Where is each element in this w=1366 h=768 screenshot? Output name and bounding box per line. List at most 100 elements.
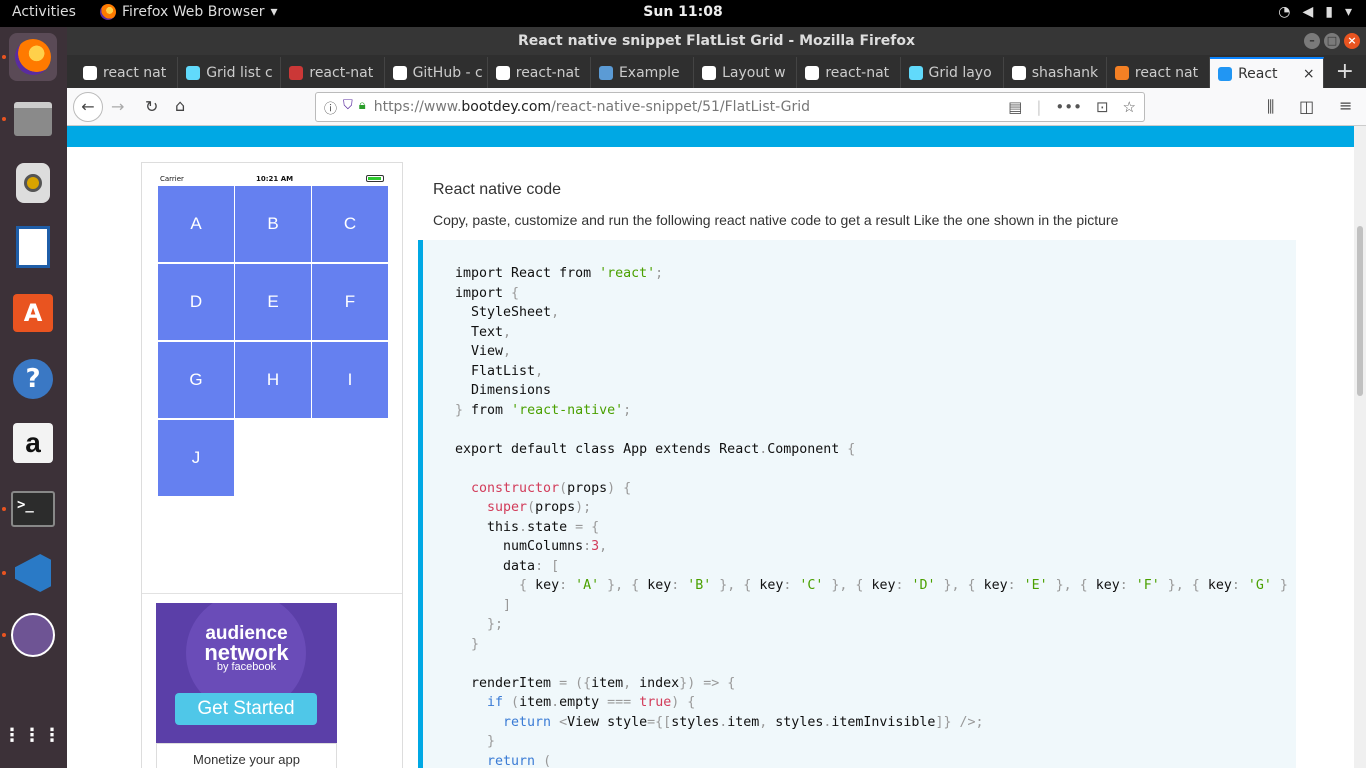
hamburger-menu-icon[interactable]: ≡ (1339, 96, 1352, 115)
chevron-down-icon: ▾ (1344, 4, 1352, 20)
writer-launcher[interactable] (9, 223, 57, 271)
pocket-icon[interactable]: ⊡ (1096, 98, 1109, 116)
battery-icon: ▮ (1325, 4, 1333, 20)
tab-favicon-icon (1218, 66, 1233, 81)
info-icon[interactable]: ⓘ (324, 98, 337, 117)
home-button[interactable]: ⌂ (175, 96, 185, 115)
tab-favicon-icon (702, 65, 717, 80)
browser-tab[interactable]: GitHub - c (385, 57, 488, 88)
browser-tab[interactable]: react nat (75, 57, 179, 88)
running-indicator (2, 55, 6, 59)
browser-tab[interactable]: Grid list c (178, 57, 282, 88)
code-block[interactable]: import React from 'react'; import { Styl… (418, 240, 1296, 768)
tab-favicon-icon (289, 65, 304, 80)
lock-icon[interactable]: 🔒︎ (359, 98, 366, 117)
code-text[interactable]: import React from 'react'; import { Styl… (455, 264, 1288, 768)
get-started-button[interactable]: Get Started (175, 693, 317, 725)
browser-tab[interactable]: react-nat (488, 57, 591, 88)
help-launcher[interactable]: ? (9, 355, 57, 403)
browser-tab[interactable]: react nat (1107, 57, 1211, 88)
tab-favicon-icon (495, 65, 510, 80)
window-titlebar: React native snippet FlatList Grid - Moz… (67, 27, 1366, 55)
browser-tab[interactable]: react-nat (797, 57, 901, 88)
reader-view-icon[interactable]: ▤ (1008, 98, 1022, 116)
github-icon (11, 613, 55, 657)
tab-label: Layout w (722, 64, 786, 81)
clock[interactable]: Sun 11:08 (643, 4, 722, 20)
files-launcher[interactable] (9, 95, 57, 143)
navigation-toolbar: ← → ↻ ⌂ ⓘ ⛉ 🔒︎ https://www.bootdey.com/r… (67, 88, 1366, 126)
tab-label: GitHub - c (412, 64, 483, 81)
browser-tab[interactable]: Grid layo (901, 57, 1004, 88)
tab-label: shashank (1031, 64, 1099, 81)
section-description: Copy, paste, customize and run the follo… (433, 212, 1119, 228)
grid-cell: G (158, 342, 234, 418)
sidebar-icon[interactable]: ◫ (1299, 97, 1314, 116)
grid-cell: I (312, 342, 388, 418)
terminal-launcher[interactable]: >_ (9, 485, 57, 533)
app-menu-label: Firefox Web Browser (122, 4, 265, 20)
tracking-shield-icon[interactable]: ⛉ (343, 98, 353, 117)
tab-favicon-icon (908, 65, 923, 80)
firefox-window: React native snippet FlatList Grid - Moz… (67, 27, 1366, 768)
maximize-button[interactable]: □ (1324, 33, 1340, 49)
browser-tab[interactable]: shashank (1004, 57, 1107, 88)
page-actions-icon[interactable]: ••• (1055, 98, 1082, 116)
page-scrollbar[interactable] (1354, 126, 1366, 768)
show-apps-button[interactable]: ⋮⋮⋮ (3, 711, 61, 759)
reload-button[interactable]: ↻ (145, 97, 158, 116)
phone-time: 10:21 AM (256, 175, 294, 183)
window-controls: – □ × (1304, 33, 1360, 49)
url-path: /react-native-snippet/51/FlatList-Grid (551, 99, 811, 115)
ad-caption: Monetize your app (156, 743, 337, 768)
dock: A ? a >_ ⋮⋮⋮ (0, 27, 67, 768)
url-scheme: https://www. (373, 99, 462, 115)
firefox-launcher[interactable] (9, 33, 57, 81)
new-tab-button[interactable]: + (1324, 59, 1366, 88)
tab-label: react-nat (825, 64, 890, 81)
tab-favicon-icon (598, 65, 613, 80)
library-icon[interactable]: ⫼ (1267, 97, 1274, 117)
url-bar[interactable]: ⓘ ⛉ 🔒︎ https://www.bootdey.com/react-nat… (315, 92, 1145, 122)
software-launcher[interactable]: A (9, 289, 57, 337)
minimize-button[interactable]: – (1304, 33, 1320, 49)
scroll-thumb[interactable] (1357, 226, 1363, 396)
page-content: Carrier 10:21 AM ABCDEFGHIJ audience net… (67, 126, 1366, 768)
rhythmbox-launcher[interactable] (9, 159, 57, 207)
app-menu[interactable]: Firefox Web Browser ▾ (100, 4, 278, 20)
amazon-launcher[interactable]: a (9, 419, 57, 467)
browser-tab[interactable]: react-nat (281, 57, 385, 88)
grid-cell: H (235, 342, 311, 418)
running-indicator (2, 507, 6, 511)
tab-label: React (1238, 65, 1278, 82)
bookmark-star-icon[interactable]: ☆ (1123, 98, 1136, 116)
close-tab-icon[interactable]: × (1303, 66, 1315, 82)
browser-tab[interactable]: Layout w (694, 57, 798, 88)
close-window-button[interactable]: × (1344, 33, 1360, 49)
github-launcher[interactable] (9, 611, 57, 659)
firefox-icon (100, 4, 116, 20)
firefox-icon (15, 39, 51, 75)
header-band (67, 126, 1354, 147)
app-grid-icon: ⋮⋮⋮ (3, 724, 63, 746)
url-text[interactable]: https://www.bootdey.com/react-native-sni… (366, 99, 810, 115)
tab-favicon-icon (83, 65, 97, 80)
speaker-icon (16, 163, 50, 203)
back-button[interactable]: ← (73, 92, 103, 122)
system-tray[interactable]: ◔ ◀ ▮ ▾ (1278, 4, 1352, 20)
chevron-down-icon: ▾ (270, 4, 278, 20)
vscode-icon (15, 554, 51, 592)
amazon-icon: a (13, 423, 53, 463)
tab-favicon-icon (1011, 65, 1026, 80)
grid-cell: C (312, 186, 388, 262)
browser-tab[interactable]: Example (591, 57, 695, 88)
running-indicator (2, 633, 6, 637)
activities-button[interactable]: Activities (12, 4, 76, 20)
tab-favicon-icon (805, 65, 820, 80)
vscode-launcher[interactable] (9, 549, 57, 597)
forward-button[interactable]: → (111, 97, 124, 116)
tab-favicon-icon (1114, 65, 1129, 80)
browser-tab[interactable]: React × (1210, 57, 1324, 88)
running-indicator (2, 117, 6, 121)
tab-label: Grid list c (206, 64, 273, 81)
